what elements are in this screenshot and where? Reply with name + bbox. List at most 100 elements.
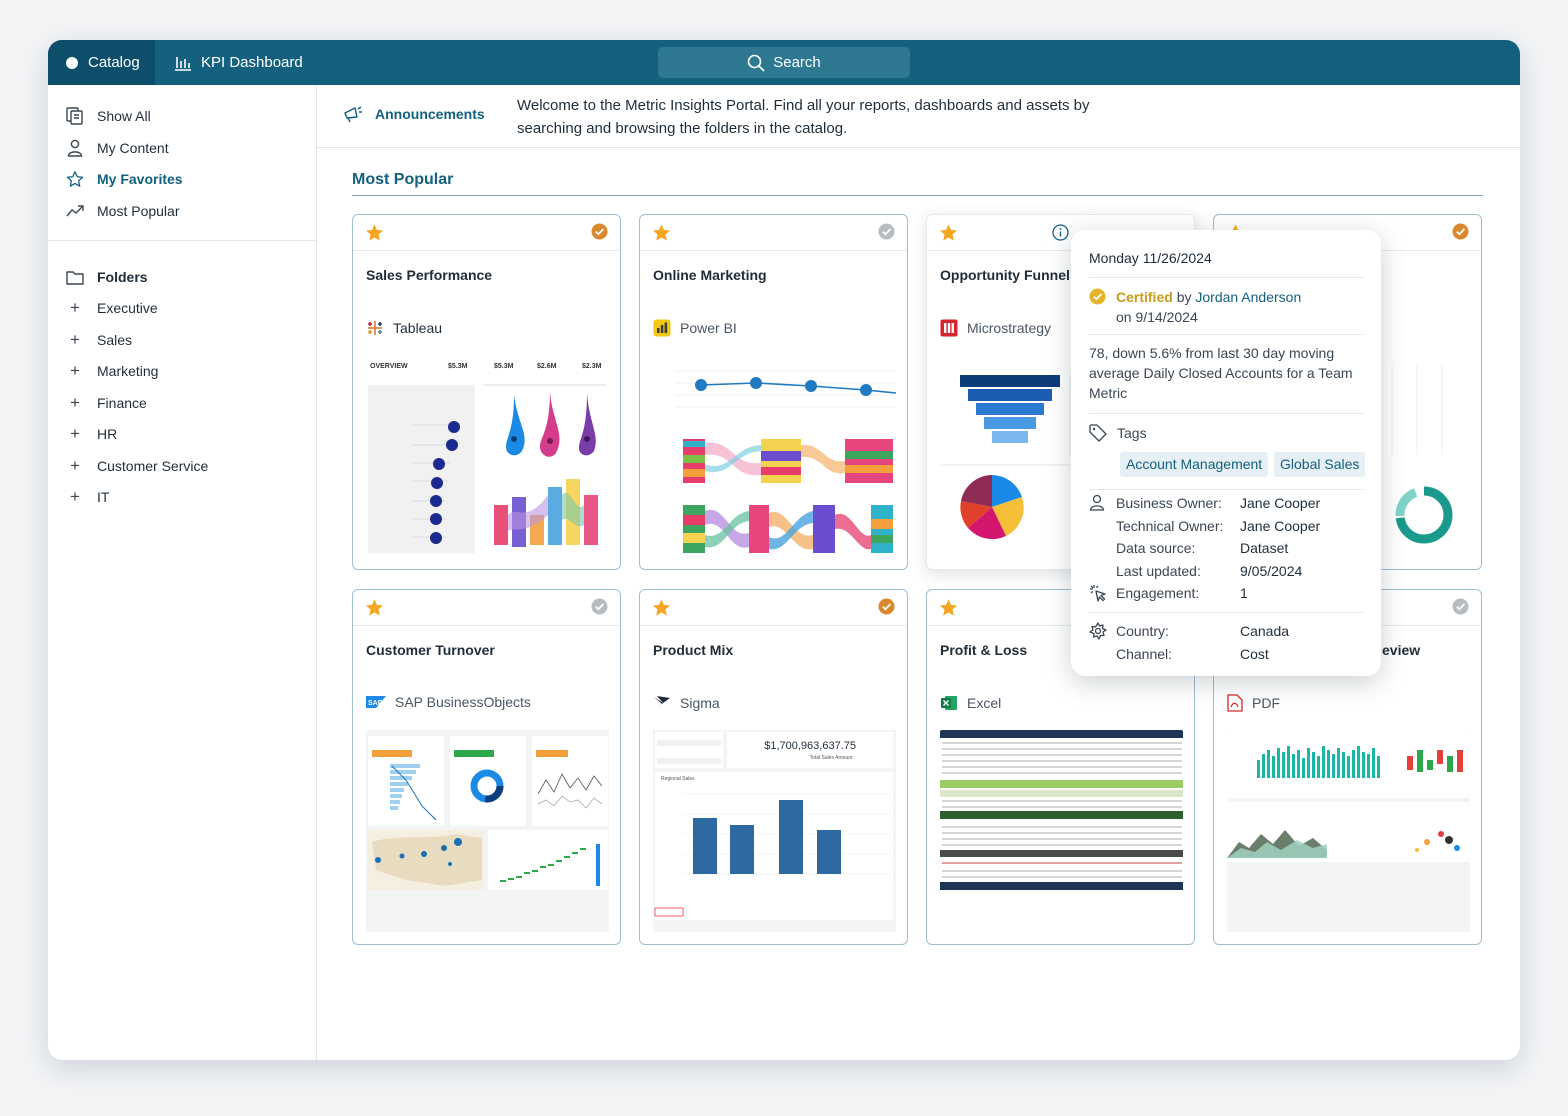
- search-input[interactable]: Search: [658, 47, 910, 78]
- tab-kpi-dashboard[interactable]: KPI Dashboard: [174, 40, 303, 85]
- tag-chip[interactable]: Global Sales: [1274, 452, 1366, 477]
- detail-value: Jane Cooper: [1240, 518, 1321, 534]
- tab-kpi-label: KPI Dashboard: [201, 54, 303, 71]
- announcements-label: Announcements: [375, 106, 485, 122]
- tag-chip[interactable]: Account Management: [1120, 452, 1269, 477]
- folder-sales[interactable]: + Sales: [66, 329, 132, 351]
- detail-label: Last updated:: [1116, 563, 1201, 579]
- certified-badge-icon: [1089, 288, 1106, 305]
- uncertified-badge-icon: [878, 223, 895, 240]
- card-header: [353, 215, 620, 251]
- dimensions-icon: [1089, 622, 1107, 640]
- sigma-logo-icon: [653, 694, 671, 712]
- favorite-star-icon[interactable]: [939, 598, 958, 617]
- card-title: Profit & Loss: [940, 642, 1028, 658]
- detail-value: Jane Cooper: [1240, 495, 1321, 511]
- card-thumbnail: [1227, 730, 1470, 932]
- search-icon: [747, 54, 765, 72]
- sidebar-item-my-content[interactable]: My Content: [66, 137, 169, 159]
- folder-marketing[interactable]: + Marketing: [66, 360, 158, 382]
- sidebar-item-label: My Content: [97, 140, 169, 156]
- sidebar-item-show-all[interactable]: Show All: [66, 105, 151, 127]
- folder-executive[interactable]: + Executive: [66, 297, 158, 319]
- favorite-star-icon[interactable]: [652, 223, 671, 242]
- app-window: Catalog KPI Dashboard Search Show All My…: [48, 40, 1520, 1060]
- tableau-logo-icon: [366, 319, 384, 337]
- sidebar-item-label: Most Popular: [97, 203, 180, 219]
- card-header: [353, 590, 620, 626]
- search-label: Search: [773, 54, 821, 71]
- excel-logo-icon: [940, 694, 958, 712]
- card-title: Sales Performance: [366, 267, 493, 283]
- uncertified-badge-icon: [1452, 598, 1469, 615]
- megaphone-icon: [344, 106, 362, 123]
- card-header: [640, 590, 907, 626]
- folder-label: Executive: [97, 300, 158, 316]
- certifier-link[interactable]: Jordan Anderson: [1195, 289, 1301, 305]
- favorite-star-icon[interactable]: [365, 598, 384, 617]
- dimension-value: Cost: [1240, 646, 1269, 662]
- tooltip-divider: [1089, 489, 1363, 490]
- folder-finance[interactable]: + Finance: [66, 392, 147, 414]
- card-source: Excel: [940, 694, 1001, 712]
- folders-header[interactable]: Folders: [66, 266, 148, 288]
- sidebar-item-my-favorites[interactable]: My Favorites: [66, 168, 183, 190]
- tooltip-divider: [1089, 612, 1363, 613]
- card-thumbnail: [366, 730, 609, 932]
- card-source: Power BI: [653, 319, 737, 337]
- detail-value: Dataset: [1240, 540, 1289, 556]
- card-header: [640, 215, 907, 251]
- card-source: PDF: [1227, 694, 1280, 712]
- metric-info-tooltip: Monday 11/26/2024 Certified by Jordan An…: [1071, 230, 1381, 676]
- card-source-label: Sigma: [680, 695, 720, 711]
- svg-text:$2.3M: $2.3M: [582, 363, 602, 370]
- power-bi-logo-icon: [653, 319, 671, 337]
- svg-text:Total Sales Amount: Total Sales Amount: [810, 755, 853, 761]
- uncertified-badge-icon: [591, 598, 608, 615]
- favorite-star-icon[interactable]: [365, 223, 384, 242]
- tags-label: Tags: [1117, 425, 1147, 441]
- folder-label: Marketing: [97, 363, 159, 379]
- folder-hr[interactable]: + HR: [66, 423, 117, 445]
- card-thumbnail: OVERVIEW $5.3M $5.3M $2.6M $2.3M: [366, 355, 609, 557]
- folder-it[interactable]: + IT: [66, 486, 109, 508]
- dimension-label: Channel:: [1116, 646, 1173, 662]
- plus-icon: +: [70, 393, 80, 412]
- detail-label: Business Owner:: [1116, 495, 1222, 511]
- dimension-label: Country:: [1116, 623, 1169, 639]
- tooltip-description: 78, down 5.6% from last 30 day moving av…: [1089, 345, 1353, 401]
- trend-icon: [66, 202, 84, 220]
- plus-icon: +: [70, 330, 80, 349]
- card-product-mix[interactable]: Product Mix Sigma $1,700,963,637.75 Tota…: [639, 589, 908, 945]
- user-icon: [66, 139, 84, 157]
- catalog-icon: [66, 56, 78, 69]
- tooltip-date: Monday 11/26/2024: [1089, 250, 1212, 266]
- card-online-marketing[interactable]: Online Marketing Power BI: [639, 214, 908, 570]
- favorite-star-icon[interactable]: [652, 598, 671, 617]
- card-title: eview: [1382, 642, 1421, 658]
- folder-customer-service[interactable]: + Customer Service: [66, 455, 208, 477]
- card-title: Customer Turnover: [366, 642, 495, 658]
- user-icon: [1089, 494, 1105, 511]
- tab-catalog[interactable]: Catalog: [48, 40, 155, 85]
- announcements-link[interactable]: Announcements: [343, 105, 485, 123]
- bar-chart-icon: [175, 56, 191, 71]
- tooltip-certification: Certified by Jordan Anderson on 9/14/202…: [1116, 287, 1301, 327]
- certified-badge-icon: [1452, 223, 1469, 240]
- sidebar-item-most-popular[interactable]: Most Popular: [66, 200, 179, 222]
- card-title: Online Marketing: [653, 267, 767, 283]
- certified-badge-icon: [591, 223, 608, 240]
- svg-text:$5.3M: $5.3M: [448, 363, 468, 370]
- tooltip-divider: [1089, 334, 1363, 335]
- card-customer-turnover[interactable]: Customer Turnover SAP SAP BusinessObject…: [352, 589, 621, 945]
- card-title: Product Mix: [653, 642, 734, 658]
- plus-icon: +: [70, 424, 80, 443]
- info-icon[interactable]: [1052, 224, 1069, 241]
- plus-icon: +: [70, 456, 80, 475]
- sidebar-item-label: Show All: [97, 108, 151, 124]
- card-thumbnail: [653, 355, 896, 557]
- folders-label: Folders: [97, 269, 148, 285]
- certified-word: Certified: [1116, 289, 1173, 305]
- card-sales-performance[interactable]: Sales Performance Tableau OVERVIEW $5.3M…: [352, 214, 621, 570]
- favorite-star-icon[interactable]: [939, 223, 958, 242]
